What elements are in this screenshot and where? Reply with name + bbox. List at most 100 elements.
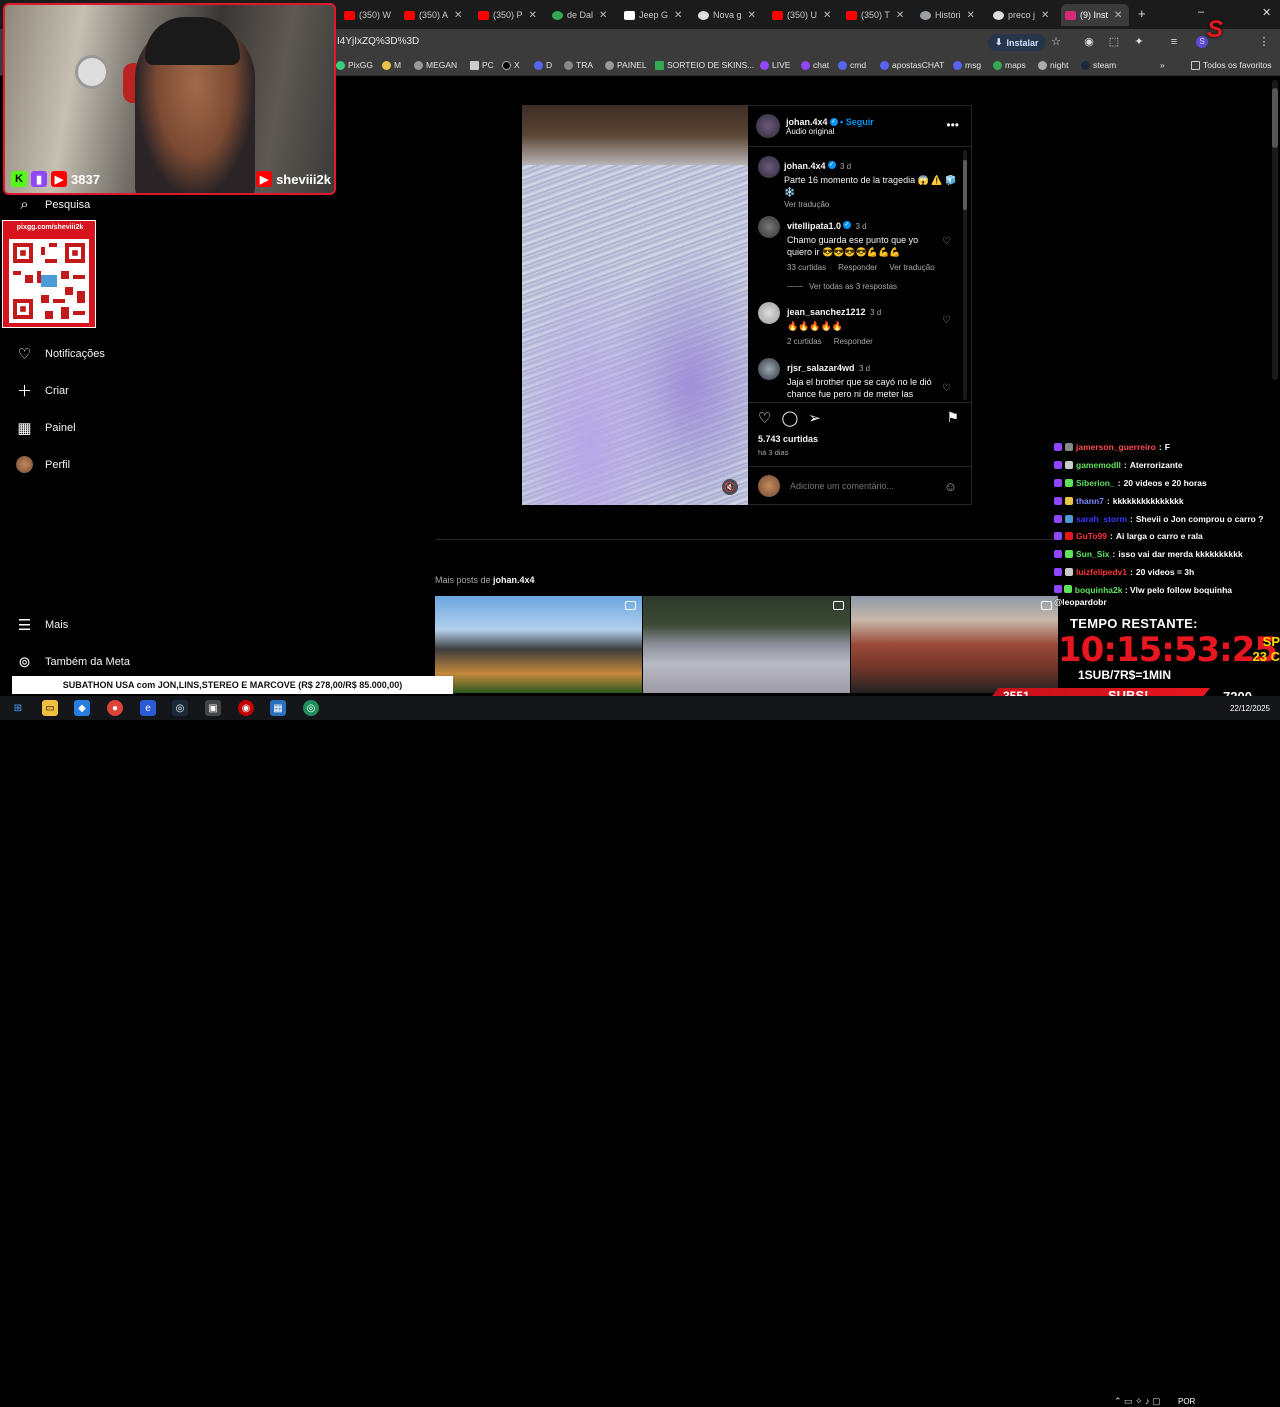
share-icon[interactable]: ➢ [808, 409, 821, 427]
see-translation[interactable]: Ver tradução [784, 200, 958, 209]
app-icon[interactable]: ▣ [205, 700, 221, 716]
sidebar-item-search[interactable]: ⌕ Pesquisa [16, 196, 90, 213]
avatar[interactable] [758, 216, 780, 238]
store-icon[interactable]: ◆ [74, 700, 90, 716]
close-icon[interactable]: ✕ [1114, 10, 1122, 21]
clock-date[interactable]: 22/12/2025 [1230, 704, 1270, 713]
puzzle-icon[interactable]: ✦ [1133, 36, 1145, 48]
browser-tab[interactable]: (350) P ✕ [478, 4, 540, 26]
bookmark[interactable]: SORTEIO DE SKINS... [655, 60, 754, 70]
install-button[interactable]: ⬇ Instalar [988, 34, 1046, 51]
like-count[interactable]: 5.743 curtidas [758, 434, 818, 444]
reading-list-icon[interactable]: ≡ [1168, 36, 1180, 48]
chrome-icon[interactable]: ● [107, 700, 123, 716]
steam-icon[interactable]: ◎ [172, 700, 188, 716]
edge-icon[interactable]: e [140, 700, 156, 716]
bookmark[interactable]: X [502, 60, 520, 70]
close-icon[interactable]: ✕ [454, 10, 462, 21]
bookmark[interactable]: D [534, 60, 552, 70]
windows-start-icon[interactable]: ⊞ [10, 700, 26, 716]
close-icon[interactable]: ✕ [674, 10, 682, 21]
menu-icon[interactable]: ⋮ [1258, 36, 1270, 48]
bookmark[interactable]: PAINEL [605, 60, 647, 70]
comment-like-icon[interactable]: ♡ [942, 236, 951, 247]
minimize-icon[interactable]: – [1198, 6, 1204, 18]
browser-tab[interactable]: (350) U ✕ [772, 4, 834, 26]
close-icon[interactable]: ✕ [599, 10, 607, 21]
bookmark[interactable]: LIVE [760, 60, 790, 70]
close-icon[interactable]: ✕ [896, 10, 904, 21]
bookmark[interactable]: PixGG [336, 60, 373, 70]
post-thumbnail[interactable] [643, 596, 850, 693]
comment-like-icon[interactable]: ♡ [942, 315, 951, 326]
browser-tab[interactable]: Nova g ✕ [698, 4, 760, 26]
sidebar-item-dashboard[interactable]: ▦ Painel [16, 419, 75, 437]
new-tab-icon[interactable]: + [1138, 6, 1146, 21]
emoji-icon[interactable]: ☺ [944, 479, 957, 494]
bookmark[interactable]: chat [801, 60, 829, 70]
browser-tab[interactable]: de Dal ✕ [552, 4, 614, 26]
close-icon[interactable]: ✕ [823, 10, 831, 21]
avatar[interactable] [756, 114, 780, 138]
app-icon[interactable]: ◎ [303, 700, 319, 716]
browser-tab[interactable]: Jeep G ✕ [624, 4, 686, 26]
sidebar-item-profile[interactable]: Perfil [16, 456, 70, 473]
window-close-icon[interactable]: ✕ [1262, 6, 1271, 19]
avatar[interactable] [758, 358, 780, 380]
bookmark-icon[interactable]: ⚑ [946, 409, 959, 426]
extension-icon[interactable]: ⬚ [1108, 36, 1120, 48]
bookmark[interactable]: apostasCHAT [880, 60, 944, 70]
app-icon[interactable]: ▦ [270, 700, 286, 716]
audio-icon[interactable]: ◉ [1083, 36, 1095, 48]
post-video[interactable]: 🔇 [522, 105, 748, 505]
browser-tab[interactable]: (350) T ✕ [846, 4, 908, 26]
comments-scrollbar[interactable] [963, 150, 967, 400]
browser-tab[interactable]: (350) A ✕ [404, 4, 466, 26]
mute-icon[interactable]: 🔇 [722, 479, 738, 495]
close-icon[interactable]: ✕ [967, 10, 975, 21]
sidebar-item-notifications[interactable]: ♡ Notificações [16, 345, 105, 363]
browser-tab[interactable]: (350) W✕ [344, 4, 396, 26]
star-icon[interactable]: ☆ [1050, 36, 1062, 48]
bookmark[interactable]: MEGAN [414, 60, 457, 70]
comment-icon[interactable]: ◯ [781, 409, 798, 427]
close-icon[interactable]: ✕ [748, 10, 756, 21]
bookmark[interactable]: night [1038, 60, 1068, 70]
more-options-icon[interactable]: ••• [946, 118, 959, 132]
browser-tab[interactable]: Históri ✕ [920, 4, 982, 26]
comment-input[interactable] [790, 481, 940, 491]
language-indicator[interactable]: POR [1178, 1397, 1195, 1406]
all-favorites[interactable]: Todos os favoritos [1191, 60, 1272, 70]
sidebar-item-more[interactable]: ☰ Mais [16, 616, 68, 634]
bookmarks-overflow[interactable]: » [1160, 60, 1165, 70]
avatar[interactable] [758, 302, 780, 324]
page-scrollbar[interactable] [1272, 80, 1278, 380]
post-thumbnail[interactable] [851, 596, 1058, 693]
avatar[interactable] [758, 156, 780, 178]
bookmark[interactable]: M [382, 60, 401, 70]
sidebar-item-create[interactable]: ＋ Criar [16, 382, 69, 400]
tray-icons[interactable]: ⌃ ▭ ✧ ♪ ▢ [1114, 1396, 1161, 1407]
page-scrollbar-thumb[interactable] [1272, 88, 1278, 148]
comment-like-icon[interactable]: ♡ [942, 383, 951, 394]
bookmark[interactable]: cmd [838, 60, 866, 70]
follow-button[interactable]: Seguir [846, 117, 874, 127]
url-field[interactable]: I4YjIxZQ%3D%3D [337, 36, 419, 47]
like-icon[interactable]: ♡ [758, 409, 771, 427]
browser-tab[interactable]: preco j ✕ [993, 4, 1055, 26]
post-thumbnail[interactable] [435, 596, 642, 693]
close-icon[interactable]: ✕ [529, 10, 537, 21]
bookmark[interactable]: TRA [564, 60, 593, 70]
bookmark[interactable]: steam [1081, 60, 1116, 70]
browser-tab-active[interactable]: (9) Inst ✕ [1061, 4, 1129, 26]
audio-label[interactable]: Áudio original [786, 127, 874, 136]
obs-icon[interactable]: ◉ [238, 700, 254, 716]
bookmark[interactable]: msg [953, 60, 981, 70]
bookmark[interactable]: PC [470, 60, 494, 70]
author-username[interactable]: johan.4x4 [786, 117, 828, 127]
close-icon[interactable]: ✕ [1041, 10, 1049, 21]
view-replies[interactable]: Ver todas as 3 respostas [809, 282, 897, 291]
sidebar-item-meta[interactable]: ⊚ Também da Meta [16, 653, 130, 671]
bookmark[interactable]: maps [993, 60, 1026, 70]
file-explorer-icon[interactable]: ▭ [42, 700, 58, 716]
